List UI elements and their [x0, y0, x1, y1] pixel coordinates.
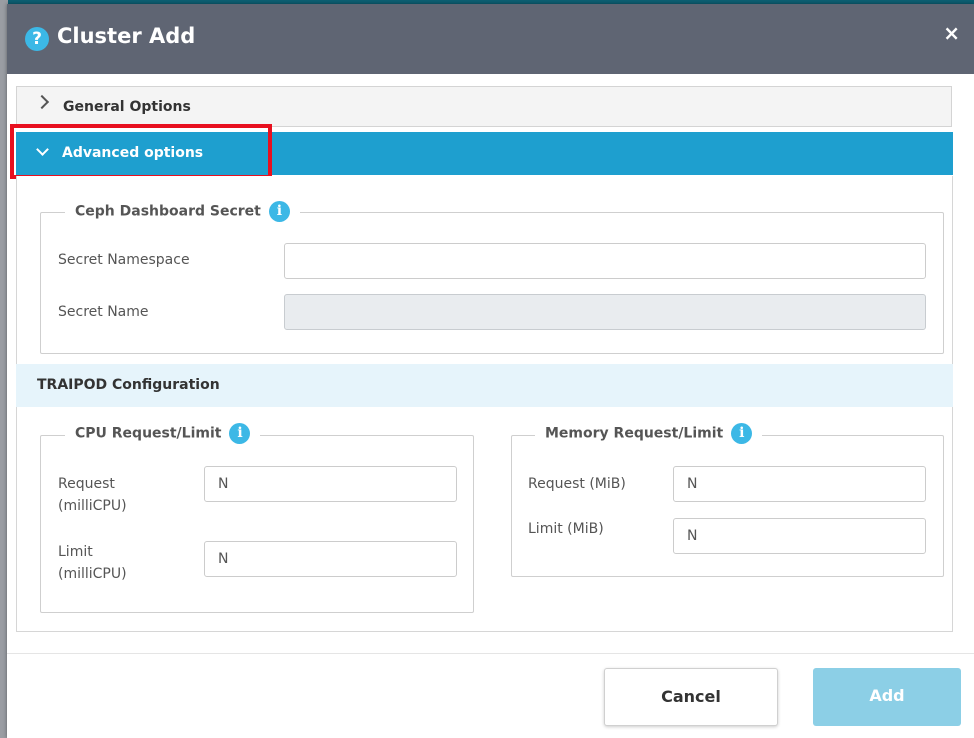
ceph-legend: Ceph Dashboard Secret i — [65, 201, 300, 222]
secret-namespace-input[interactable] — [284, 243, 926, 279]
ceph-dashboard-secret-group — [40, 212, 944, 354]
secret-name-label: Secret Name — [58, 304, 149, 320]
accordion-general-options[interactable]: General Options — [16, 86, 952, 127]
help-icon[interactable]: ? — [25, 27, 49, 51]
cpu-request-label-line1: Request — [58, 476, 115, 492]
memory-limit-label: Limit (MiB) — [528, 521, 604, 537]
chevron-down-icon — [36, 143, 49, 156]
secret-namespace-label: Secret Namespace — [58, 252, 190, 268]
memory-legend: Memory Request/Limit i — [535, 423, 763, 444]
memory-request-input[interactable]: N — [673, 466, 926, 502]
add-button[interactable]: Add — [813, 668, 961, 726]
memory-legend-text: Memory Request/Limit — [545, 425, 724, 442]
cpu-request-limit-group — [40, 435, 474, 613]
memory-limit-input[interactable]: N — [673, 518, 926, 554]
close-icon[interactable]: × — [943, 21, 960, 45]
accordion-advanced-label: Advanced options — [62, 145, 204, 161]
info-icon[interactable]: i — [229, 423, 251, 444]
cpu-legend: CPU Request/Limit i — [65, 423, 261, 444]
cancel-button[interactable]: Cancel — [604, 668, 778, 726]
cpu-limit-label-line2: (milliCPU) — [58, 566, 127, 582]
info-icon[interactable]: i — [268, 201, 290, 222]
traipod-configuration-header: TRAIPOD Configuration — [16, 364, 953, 407]
footer-divider — [7, 653, 974, 654]
traipod-configuration-title: TRAIPOD Configuration — [37, 377, 220, 393]
cpu-request-input[interactable]: N — [204, 466, 457, 502]
cpu-limit-input[interactable]: N — [204, 541, 457, 577]
memory-request-label: Request (MiB) — [528, 476, 626, 492]
accordion-advanced-options[interactable]: Advanced options — [16, 132, 953, 175]
modal-title: Cluster Add — [57, 24, 196, 48]
chevron-right-icon — [34, 94, 50, 110]
secret-name-input[interactable] — [284, 294, 926, 330]
info-icon[interactable]: i — [731, 423, 753, 444]
cpu-limit-label: Limit (milliCPU) — [58, 541, 127, 585]
cpu-request-label: Request (milliCPU) — [58, 473, 127, 517]
modal-header: ? Cluster Add × — [7, 4, 974, 74]
ceph-legend-text: Ceph Dashboard Secret — [75, 203, 261, 220]
memory-request-limit-group — [511, 435, 944, 577]
accordion-general-label: General Options — [63, 99, 191, 115]
cpu-limit-label-line1: Limit — [58, 544, 93, 560]
cpu-legend-text: CPU Request/Limit — [75, 425, 222, 442]
cpu-request-label-line2: (milliCPU) — [58, 498, 127, 514]
